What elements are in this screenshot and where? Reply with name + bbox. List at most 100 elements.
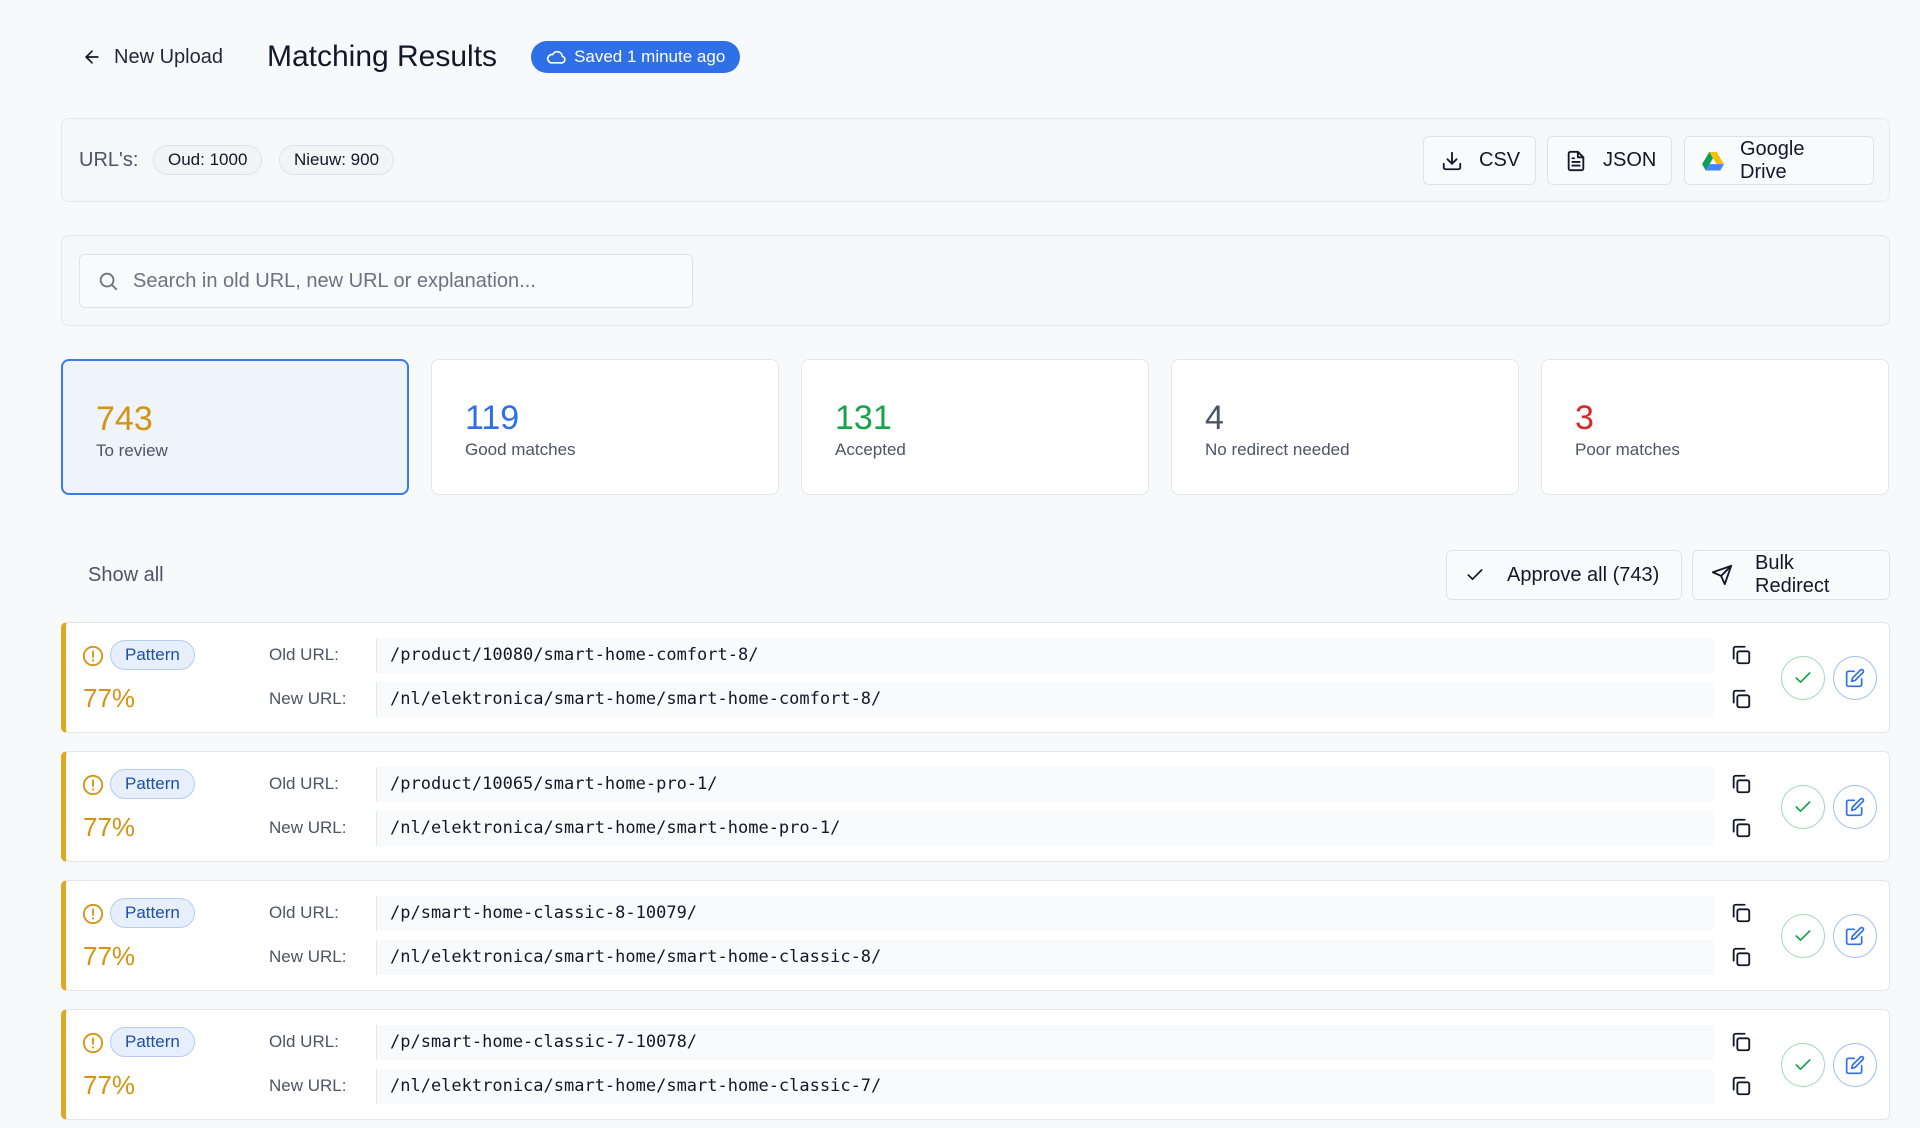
- stat-value: 119: [465, 399, 520, 437]
- old-url-label: Old URL:: [269, 774, 339, 793]
- old-url-value: /product/10065/smart-home-pro-1/: [376, 767, 1714, 802]
- new-url-value: /nl/elektronica/smart-home/smart-home-pr…: [376, 811, 1714, 846]
- edit-button[interactable]: [1833, 656, 1877, 700]
- alert-circle-icon: [82, 903, 104, 925]
- alert-circle-icon: [82, 774, 104, 796]
- new-url-label: New URL:: [269, 947, 347, 966]
- new-upload-button[interactable]: New Upload: [82, 46, 223, 69]
- edit-button[interactable]: [1833, 785, 1877, 829]
- old-url-label: Old URL:: [269, 903, 339, 922]
- copy-icon[interactable]: [1730, 1075, 1752, 1097]
- match-percent: 77%: [83, 812, 136, 842]
- alert-circle-icon: [82, 645, 104, 667]
- old-url-value: /p/smart-home-classic-8-10079/: [376, 896, 1714, 931]
- stat-card-good-matches[interactable]: 119 Good matches: [431, 359, 779, 495]
- match-type-badge: Pattern: [110, 898, 195, 928]
- export-google-drive-label: Google Drive: [1740, 137, 1805, 183]
- stat-label: Good matches: [465, 440, 576, 459]
- bulk-redirect-label: Bulk Redirect: [1755, 552, 1830, 597]
- match-percent: 77%: [83, 683, 136, 713]
- search-icon: [97, 270, 119, 292]
- new-url-label: New URL:: [269, 689, 347, 708]
- stat-label: Poor matches: [1575, 440, 1680, 459]
- stat-card-poor-matches[interactable]: 3 Poor matches: [1541, 359, 1889, 495]
- match-percent: 77%: [83, 941, 136, 971]
- stat-value: 743: [96, 400, 153, 438]
- match-type-badge: Pattern: [110, 640, 195, 670]
- check-icon: [1465, 565, 1485, 585]
- url-summary-panel: URL's: Oud: 1000 Nieuw: 900 CSV JSON Goo…: [61, 118, 1890, 202]
- export-csv-button[interactable]: CSV: [1423, 136, 1536, 185]
- stat-value: 4: [1205, 399, 1224, 437]
- approve-button[interactable]: [1781, 1043, 1825, 1087]
- new-url-label: New URL:: [269, 818, 347, 837]
- stat-card-accepted[interactable]: 131 Accepted: [801, 359, 1149, 495]
- alert-circle-icon: [82, 1032, 104, 1054]
- new-url-value: /nl/elektronica/smart-home/smart-home-cl…: [376, 940, 1714, 975]
- copy-icon[interactable]: [1730, 902, 1752, 924]
- new-url-count-pill: Nieuw: 900: [279, 145, 395, 175]
- edit-icon: [1845, 668, 1865, 688]
- new-url-value: /nl/elektronica/smart-home/smart-home-cl…: [376, 1069, 1714, 1104]
- arrow-left-icon: [82, 47, 102, 67]
- match-row: Pattern 77% Old URL: New URL: /p/smart-h…: [61, 1009, 1890, 1120]
- approve-button[interactable]: [1781, 914, 1825, 958]
- download-icon: [1441, 150, 1463, 172]
- stat-label: To review: [96, 441, 168, 460]
- copy-icon[interactable]: [1730, 946, 1752, 968]
- check-icon: [1793, 1055, 1813, 1075]
- edit-button[interactable]: [1833, 1043, 1877, 1087]
- copy-icon[interactable]: [1730, 688, 1752, 710]
- search-panel: [61, 235, 1890, 326]
- stat-value: 131: [835, 399, 892, 437]
- stat-card-to-review[interactable]: 743 To review: [61, 359, 409, 495]
- edit-button[interactable]: [1833, 914, 1877, 958]
- check-icon: [1793, 926, 1813, 946]
- check-icon: [1793, 668, 1813, 688]
- edit-icon: [1845, 926, 1865, 946]
- old-url-value: /p/smart-home-classic-7-10078/: [376, 1025, 1714, 1060]
- stat-value: 3: [1575, 399, 1594, 437]
- match-type-badge: Pattern: [110, 1027, 195, 1057]
- new-url-label: New URL:: [269, 1076, 347, 1095]
- approve-button[interactable]: [1781, 785, 1825, 829]
- edit-icon: [1845, 797, 1865, 817]
- page-title: Matching Results: [266, 40, 498, 73]
- edit-icon: [1845, 1055, 1865, 1075]
- copy-icon[interactable]: [1730, 817, 1752, 839]
- approve-button[interactable]: [1781, 656, 1825, 700]
- search-input[interactable]: [133, 269, 673, 293]
- new-url-value: /nl/elektronica/smart-home/smart-home-co…: [376, 682, 1714, 717]
- old-url-count-pill: Oud: 1000: [153, 145, 263, 175]
- send-icon: [1711, 564, 1733, 586]
- stat-card-no-redirect[interactable]: 4 No redirect needed: [1171, 359, 1519, 495]
- approve-all-button[interactable]: Approve all (743): [1446, 550, 1682, 600]
- old-url-label: Old URL:: [269, 1032, 339, 1051]
- match-row: Pattern 77% Old URL: New URL: /product/1…: [61, 751, 1890, 862]
- page-header: New Upload Matching Results Saved 1 minu…: [82, 36, 741, 78]
- urls-label: URL's:: [79, 149, 139, 171]
- old-url-label: Old URL:: [269, 645, 339, 664]
- copy-icon[interactable]: [1730, 1031, 1752, 1053]
- google-drive-icon: [1702, 151, 1724, 171]
- saved-status-label: Saved 1 minute ago: [574, 47, 726, 66]
- copy-icon[interactable]: [1730, 773, 1752, 795]
- stat-label: No redirect needed: [1205, 440, 1350, 459]
- match-type-badge: Pattern: [110, 769, 195, 799]
- show-all-button[interactable]: Show all: [88, 564, 164, 587]
- export-csv-label: CSV: [1479, 149, 1521, 171]
- export-google-drive-button[interactable]: Google Drive: [1684, 136, 1874, 185]
- match-percent: 77%: [83, 1070, 136, 1100]
- copy-icon[interactable]: [1730, 644, 1752, 666]
- match-row: Pattern 77% Old URL: New URL: /product/1…: [61, 622, 1890, 733]
- bulk-redirect-button[interactable]: Bulk Redirect: [1692, 550, 1890, 600]
- export-json-button[interactable]: JSON: [1547, 136, 1672, 185]
- old-url-value: /product/10080/smart-home-comfort-8/: [376, 638, 1714, 673]
- saved-status-badge: Saved 1 minute ago: [531, 41, 741, 73]
- export-json-label: JSON: [1603, 149, 1657, 171]
- new-upload-label: New Upload: [114, 45, 223, 68]
- check-icon: [1793, 797, 1813, 817]
- approve-all-label: Approve all (743): [1507, 563, 1660, 586]
- cloud-icon: [546, 47, 566, 67]
- search-box: [79, 254, 693, 308]
